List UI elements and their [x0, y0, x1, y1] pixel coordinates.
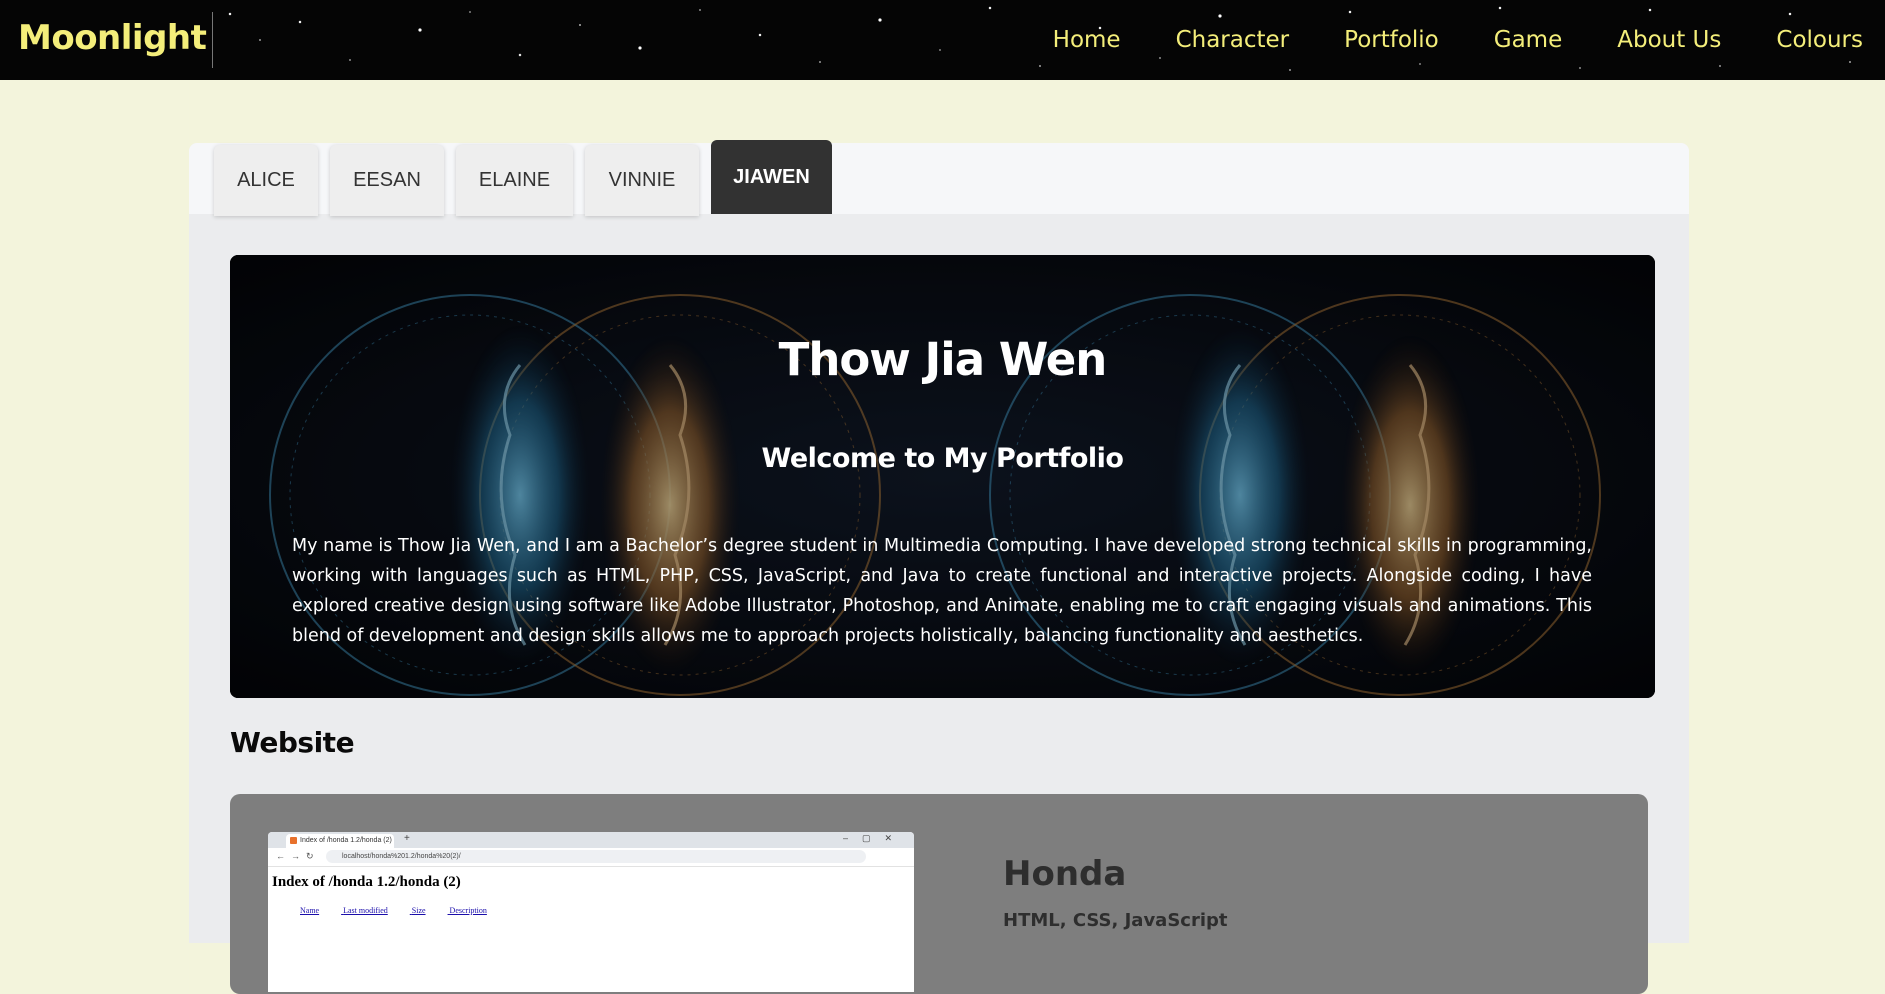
tab-eesan[interactable]: EESAN: [330, 145, 444, 216]
screenshot-col-name: Name: [300, 906, 320, 915]
hero-subtitle: Welcome to My Portfolio: [761, 443, 1124, 474]
screenshot-col-size: Size: [411, 906, 426, 915]
main-nav: Home Character Portfolio Game About Us C…: [1053, 0, 1885, 80]
screenshot-col-description: Description: [449, 906, 487, 915]
nav-link-character[interactable]: Character: [1176, 27, 1290, 53]
screenshot-heading: Index of /honda 1.2/honda (2): [272, 874, 461, 890]
project-title: Honda: [1003, 854, 1127, 894]
project-screenshot[interactable]: Index of /honda 1.2/honda (2) + –▢✕ ←→↻ …: [268, 832, 914, 992]
screenshot-tab: Index of /honda 1.2/honda (2): [286, 834, 394, 848]
nav-link-colours[interactable]: Colours: [1776, 27, 1863, 53]
browser-nav-icons: ←→↻: [276, 851, 320, 861]
screenshot-addressbar: ←→↻ localhost/honda%201.2/honda%20(2)/: [268, 848, 914, 867]
section-heading-website: Website: [230, 726, 355, 759]
screenshot-url: localhost/honda%201.2/honda%20(2)/: [326, 850, 866, 863]
nav-link-about-us[interactable]: About Us: [1617, 27, 1721, 53]
hero-bio: My name is Thow Jia Wen, and I am a Bach…: [292, 536, 1592, 646]
tab-elaine[interactable]: ELAINE: [456, 145, 573, 216]
screenshot-tab-title: Index of /honda 1.2/honda (2): [300, 837, 392, 844]
new-tab-icon: +: [404, 833, 410, 844]
screenshot-columns: Name Last modified Size Description: [300, 906, 509, 915]
nav-link-game[interactable]: Game: [1494, 27, 1562, 53]
nav-link-portfolio[interactable]: Portfolio: [1344, 27, 1439, 53]
screenshot-titlebar: Index of /honda 1.2/honda (2) + –▢✕: [268, 832, 914, 848]
hero-banner: Thow Jia Wen Welcome to My Portfolio My …: [230, 255, 1655, 698]
project-tech: HTML, CSS, JavaScript: [1003, 910, 1228, 931]
brand-divider: [212, 12, 213, 68]
nav-link-home[interactable]: Home: [1053, 27, 1121, 53]
hero-title: Thow Jia Wen: [778, 333, 1108, 386]
favicon-icon: [290, 837, 297, 844]
brand-logo[interactable]: Moonlight: [18, 18, 207, 58]
tab-vinnie[interactable]: VINNIE: [585, 145, 699, 216]
tab-jiawen[interactable]: JIAWEN: [711, 140, 832, 214]
screenshot-col-modified: Last modified: [343, 906, 388, 915]
portfolio-panel: ALICE EESAN ELAINE VINNIE JIAWEN Thow Ji…: [189, 140, 1689, 994]
top-navbar: Moonlight Home Character Portfolio Game …: [0, 0, 1885, 80]
member-tabbar: ALICE EESAN ELAINE VINNIE JIAWEN: [189, 140, 1689, 216]
tab-alice[interactable]: ALICE: [214, 145, 318, 216]
window-controls-icon: –▢✕: [842, 833, 906, 843]
project-card: Index of /honda 1.2/honda (2) + –▢✕ ←→↻ …: [230, 794, 1648, 994]
